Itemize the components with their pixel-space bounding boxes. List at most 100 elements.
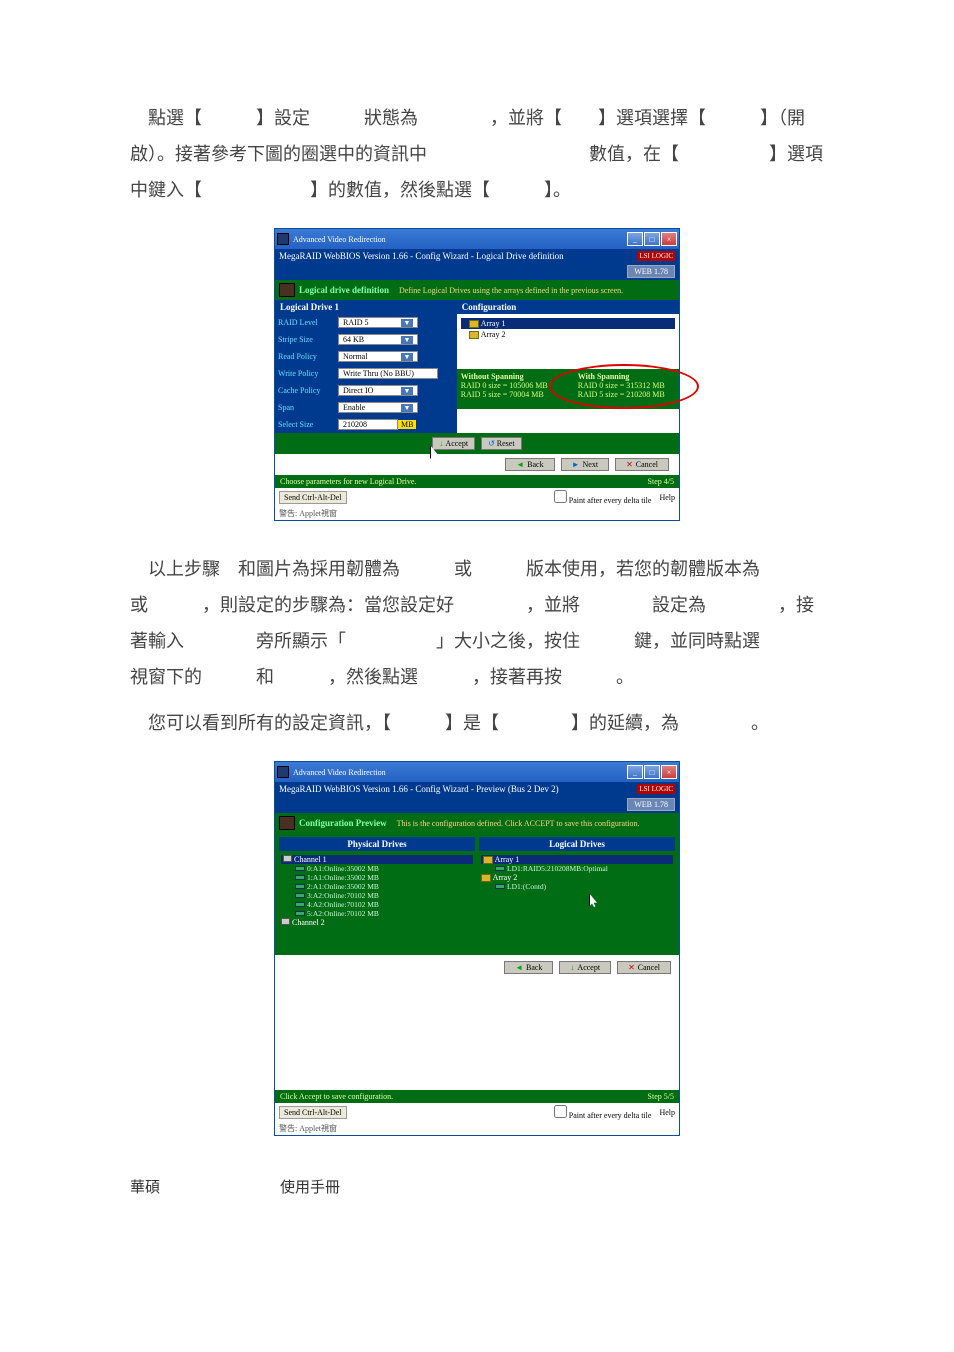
folder-icon bbox=[469, 320, 479, 328]
write-policy-select[interactable]: Write Thru (No BBU) bbox=[338, 368, 438, 379]
paragraph-1: 點選【 】設定 狀態為 ，並將【 】選項選擇【 】（開啟）。接著參考下圖的圈選中… bbox=[130, 100, 824, 208]
channel-2[interactable]: Channel 2 bbox=[281, 918, 473, 927]
drive-3[interactable]: 3:A2:Online:70102 MB bbox=[281, 891, 473, 900]
screenshot-1: Advanced Video Redirection _ □ × MegaRAI… bbox=[274, 228, 680, 521]
statusbar: Send Ctrl-Alt-Del Paint after every delt… bbox=[275, 488, 679, 507]
drive-0[interactable]: 0:A1:Online:35002 MB bbox=[281, 864, 473, 873]
ld-1[interactable]: LD1:RAID5:210208MB:Optimal bbox=[481, 864, 673, 873]
disk-icon bbox=[495, 866, 505, 871]
raid-level-select[interactable]: RAID 5▼ bbox=[338, 317, 418, 328]
cursor-icon bbox=[589, 893, 599, 907]
preview-desc: This is the configuration defined. Click… bbox=[397, 819, 640, 828]
cache-policy-label: Cache Policy bbox=[278, 386, 338, 395]
window-titlebar: Advanced Video Redirection _ □ × bbox=[275, 229, 679, 249]
minimize-button[interactable]: _ bbox=[627, 765, 643, 779]
with-raid5-size: RAID 5 size = 210208 MB bbox=[578, 390, 665, 399]
select-size-label: Select Size bbox=[278, 420, 338, 429]
paint-checkbox-label[interactable]: Paint after every delta tile bbox=[554, 490, 652, 505]
help-link[interactable]: Help bbox=[659, 493, 675, 502]
window-title: Advanced Video Redirection bbox=[293, 235, 386, 244]
window-title: Advanced Video Redirection bbox=[293, 768, 386, 777]
dropdown-arrow-icon: ▼ bbox=[401, 336, 413, 344]
read-policy-label: Read Policy bbox=[278, 352, 338, 361]
drive-2[interactable]: 2:A1:Online:35002 MB bbox=[281, 882, 473, 891]
without-raid0-size: RAID 0 size = 105006 MB bbox=[461, 381, 548, 390]
step-footer: Click Accept to save configuration. Step… bbox=[275, 1090, 679, 1103]
ld-array-2[interactable]: Array 2 bbox=[481, 873, 673, 882]
read-policy-select[interactable]: Normal▼ bbox=[338, 351, 418, 362]
web-version-button[interactable]: WEB 1.78 bbox=[627, 798, 675, 811]
help-link[interactable]: Help bbox=[659, 1108, 675, 1117]
stripe-size-select[interactable]: 64 KB▼ bbox=[338, 334, 418, 345]
page-footer: 華碩 使用手冊 bbox=[130, 1176, 824, 1197]
step-footer: Choose parameters for new Logical Drive.… bbox=[275, 475, 679, 488]
channel-icon bbox=[283, 855, 292, 862]
stripe-size-label: Stripe Size bbox=[278, 335, 338, 344]
action-row: ↓Accept ↺Reset bbox=[275, 433, 679, 454]
physical-drives-title: Physical Drives bbox=[279, 837, 475, 851]
close-button[interactable]: × bbox=[661, 765, 677, 779]
folder-icon bbox=[483, 856, 493, 864]
dropdown-arrow-icon: ▼ bbox=[401, 353, 413, 361]
span-select[interactable]: Enable▼ bbox=[338, 402, 418, 413]
nav-row: ◄Back ↓Accept ✕Cancel bbox=[275, 955, 679, 980]
send-cad-button[interactable]: Send Ctrl-Alt-Del bbox=[279, 1106, 347, 1119]
array-2-item[interactable]: Array 2 bbox=[461, 329, 675, 340]
statusbar: Send Ctrl-Alt-Del Paint after every delt… bbox=[275, 1103, 679, 1122]
back-button[interactable]: ◄Back bbox=[504, 961, 553, 974]
array-1-item[interactable]: Array 1 bbox=[461, 318, 675, 329]
channel-icon bbox=[281, 918, 290, 925]
physical-drives-panel[interactable]: Channel 1 0:A1:Online:35002 MB 1:A1:Onli… bbox=[279, 851, 475, 951]
ld-2[interactable]: LD1:(Contd) bbox=[481, 882, 673, 891]
logical-drives-panel[interactable]: Array 1 LD1:RAID5:210208MB:Optimal Array… bbox=[479, 851, 675, 951]
drive-1[interactable]: 1:A1:Online:35002 MB bbox=[281, 873, 473, 882]
applet-warning: 警告: Applet視窗 bbox=[275, 507, 679, 520]
with-raid0-size: RAID 0 size = 315312 MB bbox=[578, 381, 665, 390]
back-button[interactable]: ◄Back bbox=[505, 458, 554, 471]
brand-logo: LSI LOGIC bbox=[637, 251, 675, 261]
span-label: Span bbox=[278, 403, 338, 412]
app-icon bbox=[277, 233, 289, 245]
channel-1[interactable]: Channel 1 bbox=[281, 855, 473, 864]
disk-icon bbox=[295, 866, 305, 871]
write-policy-label: Write Policy bbox=[278, 369, 338, 378]
cache-policy-select[interactable]: Direct IO▼ bbox=[338, 385, 418, 396]
paragraph-2: 以上步驟 和圖片為採用韌體為 或 版本使用，若您的韌體版本為 或 ，則設定的步驟… bbox=[130, 551, 824, 695]
maximize-button[interactable]: □ bbox=[644, 232, 660, 246]
next-button[interactable]: ►Next bbox=[561, 458, 609, 471]
drive-5[interactable]: 5:A2:Online:70102 MB bbox=[281, 909, 473, 918]
header-text: MegaRAID WebBIOS Version 1.66 - Config W… bbox=[279, 251, 564, 261]
spanning-panel: Without Spanning RAID 0 size = 105006 MB… bbox=[457, 369, 679, 409]
dropdown-arrow-icon: ▼ bbox=[401, 387, 413, 395]
definition-desc: Define Logical Drives using the arrays d… bbox=[399, 286, 623, 295]
accept-button[interactable]: ↓Accept bbox=[432, 437, 475, 450]
webbios-header: MegaRAID WebBIOS Version 1.66 - Config W… bbox=[275, 782, 679, 796]
drive-4[interactable]: 4:A2:Online:70102 MB bbox=[281, 900, 473, 909]
minimize-button[interactable]: _ bbox=[627, 232, 643, 246]
cancel-button[interactable]: ✕Cancel bbox=[617, 961, 671, 974]
folder-icon bbox=[481, 874, 491, 882]
config-tree[interactable]: Array 1 Array 2 bbox=[457, 314, 679, 369]
disk-icon bbox=[295, 875, 305, 880]
web-version-button[interactable]: WEB 1.78 bbox=[627, 265, 675, 278]
paint-checkbox[interactable] bbox=[554, 1105, 567, 1118]
select-size-input[interactable]: 210208 bbox=[338, 419, 398, 430]
footer-message: Choose parameters for new Logical Drive. bbox=[280, 477, 416, 486]
configuration-title: Configuration bbox=[457, 300, 679, 314]
step-indicator: Step 4/5 bbox=[648, 477, 674, 486]
close-button[interactable]: × bbox=[661, 232, 677, 246]
disk-icon bbox=[295, 902, 305, 907]
ld-array-1[interactable]: Array 1 bbox=[481, 855, 673, 864]
definition-header: Logical drive definition Define Logical … bbox=[275, 280, 679, 300]
send-cad-button[interactable]: Send Ctrl-Alt-Del bbox=[279, 491, 347, 504]
maximize-button[interactable]: □ bbox=[644, 765, 660, 779]
paint-checkbox[interactable] bbox=[554, 490, 567, 503]
preview-title: Configuration Preview bbox=[299, 818, 387, 828]
preview-header: Configuration Preview This is the config… bbox=[275, 813, 679, 833]
accept-button[interactable]: ↓Accept bbox=[559, 961, 611, 974]
cancel-button[interactable]: ✕Cancel bbox=[615, 458, 669, 471]
paint-checkbox-label[interactable]: Paint after every delta tile bbox=[554, 1105, 652, 1120]
reset-button[interactable]: ↺Reset bbox=[481, 437, 521, 450]
dropdown-arrow-icon: ▼ bbox=[401, 404, 413, 412]
dropdown-arrow-icon: ▼ bbox=[401, 319, 413, 327]
